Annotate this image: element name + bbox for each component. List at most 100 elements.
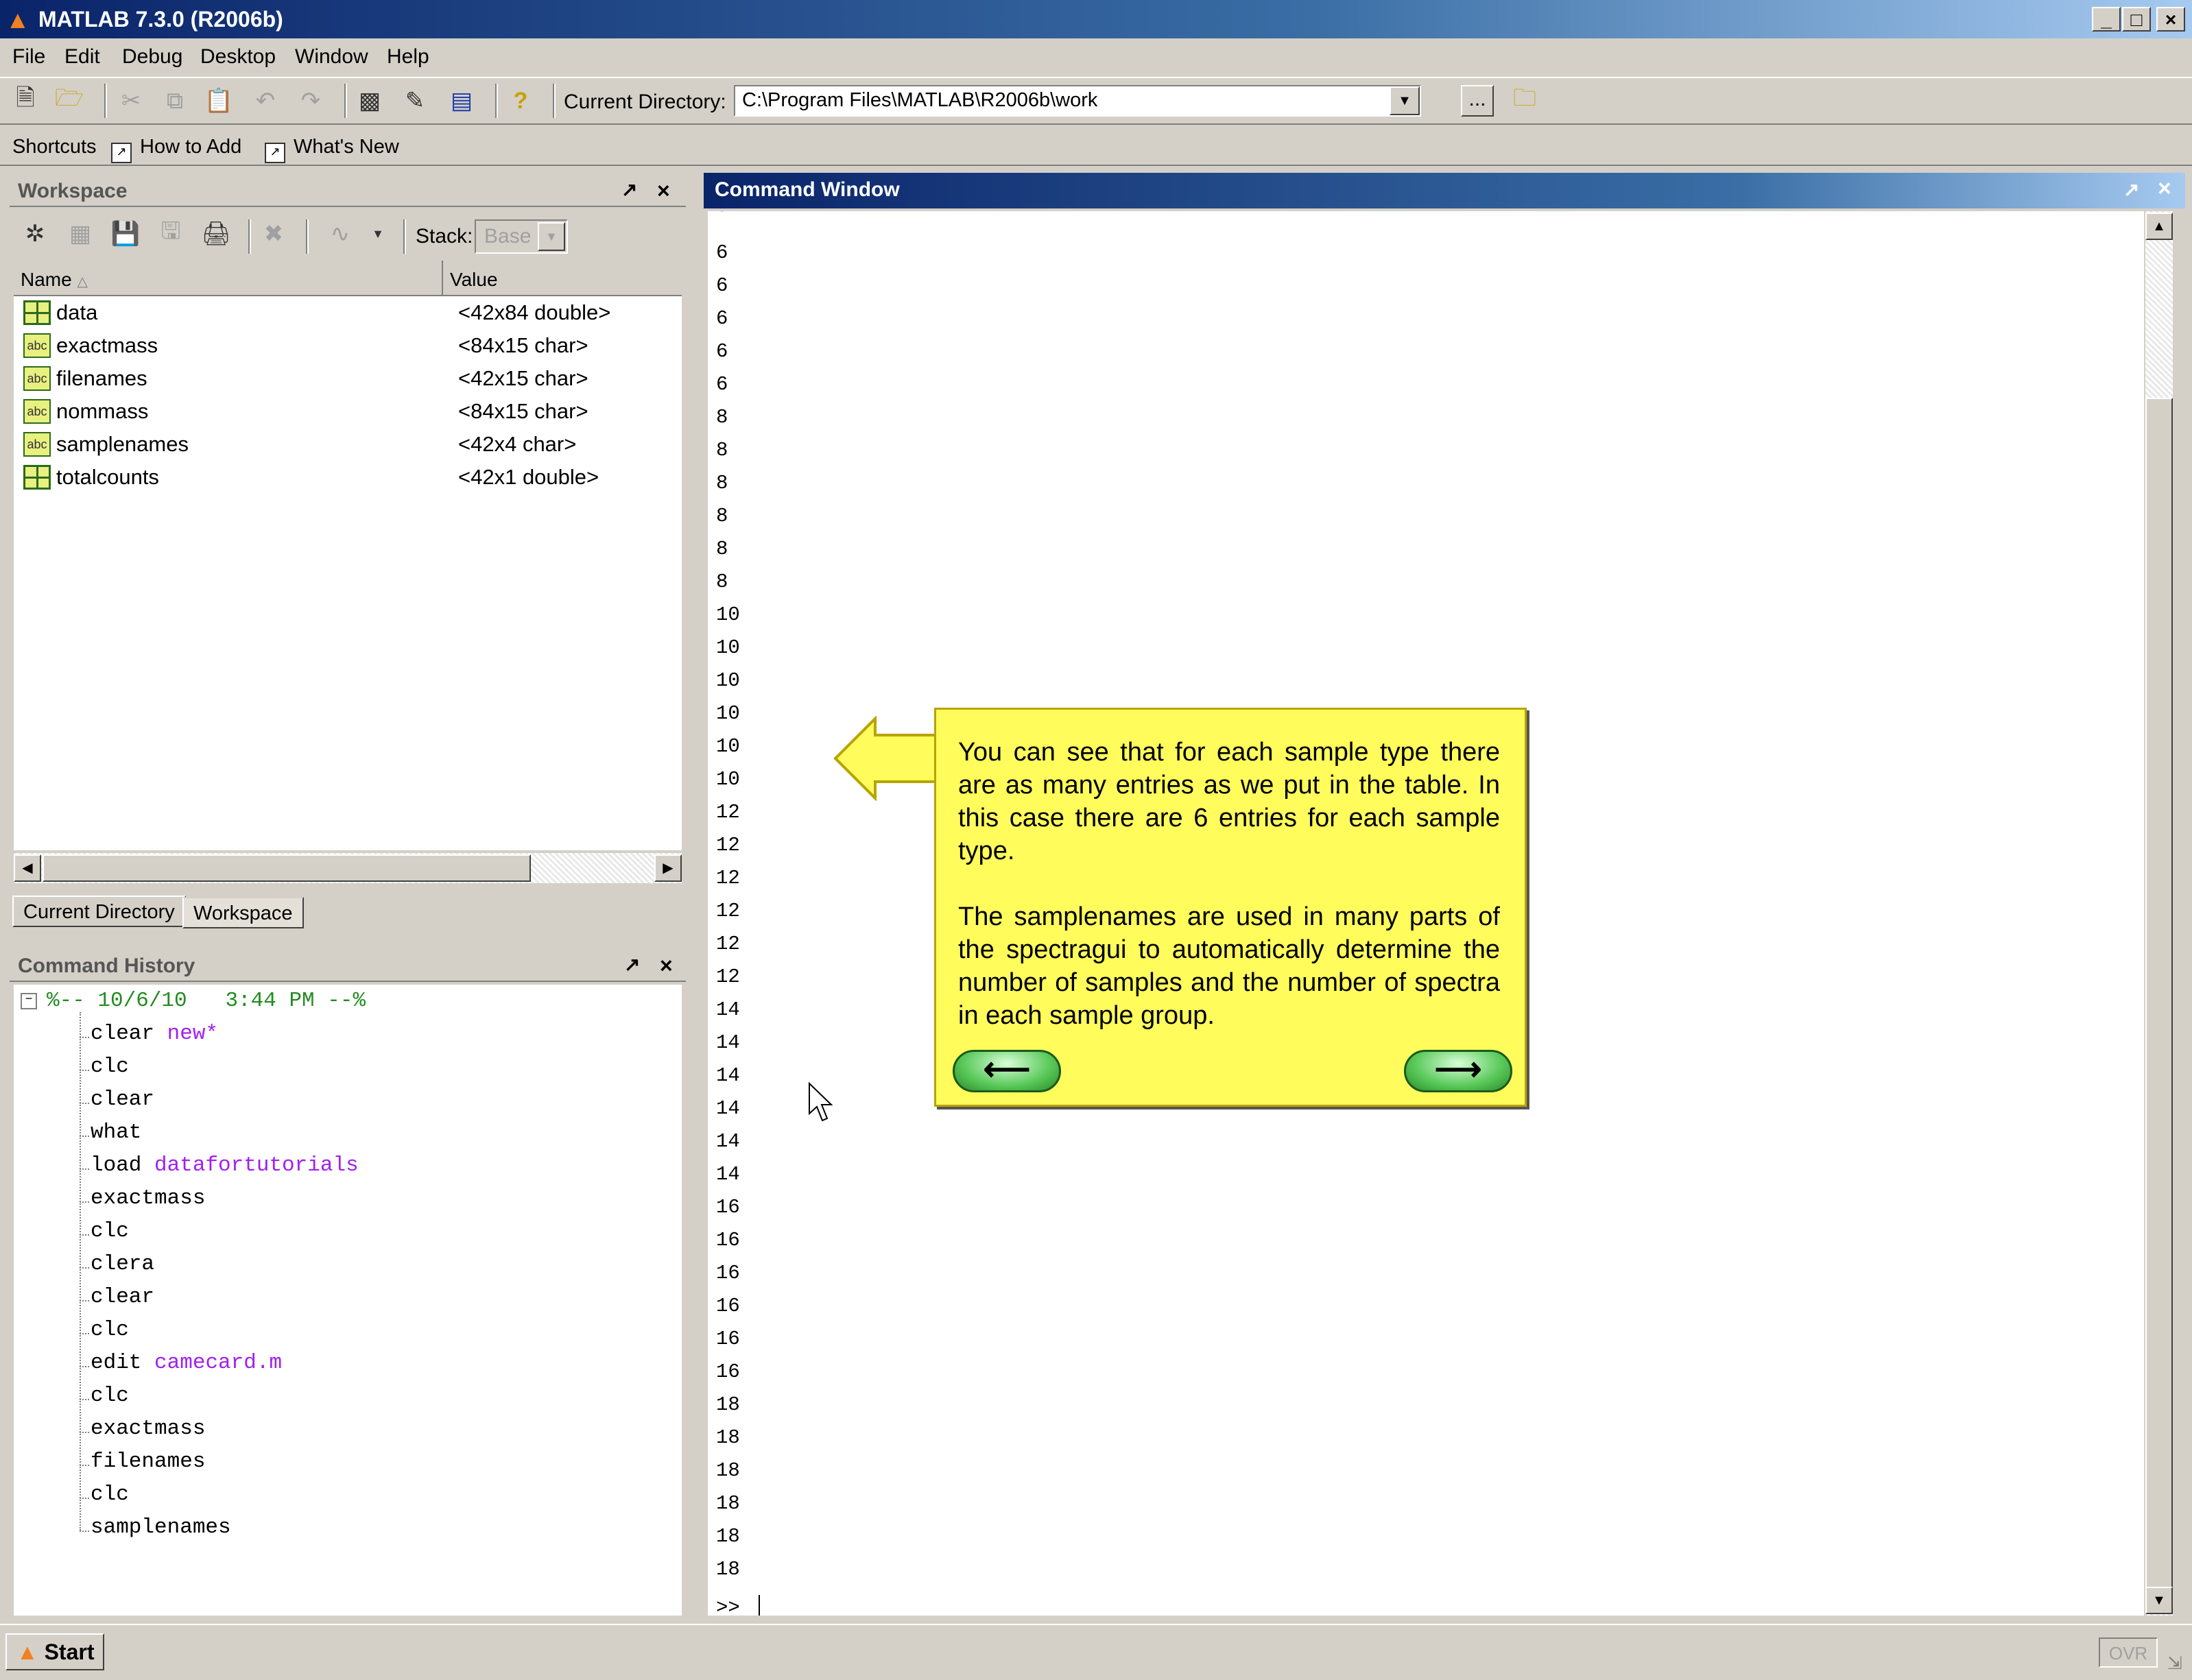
history-item[interactable]: samplenames: [80, 1515, 231, 1548]
workspace-row[interactable]: data <42x84 double>: [14, 296, 689, 329]
open-selection-icon[interactable]: ▦: [64, 218, 96, 250]
workspace-row[interactable]: abc samplenames <42x4 char>: [14, 428, 689, 461]
history-item[interactable]: clear new*: [80, 1022, 219, 1055]
scroll-thumb[interactable]: [2145, 398, 2173, 1588]
history-item[interactable]: clc: [80, 1384, 129, 1417]
history-item[interactable]: clc: [80, 1219, 129, 1252]
new-file-icon[interactable]: 🗎: [10, 85, 41, 117]
help-icon[interactable]: ?: [505, 85, 536, 117]
history-item[interactable]: clear: [80, 1285, 154, 1318]
history-item[interactable]: clc: [80, 1055, 129, 1088]
callout-paragraph-1: You can see that for each sample type th…: [958, 738, 1500, 865]
print-icon[interactable]: 🖨: [200, 218, 232, 250]
value-column-header[interactable]: Value: [450, 269, 498, 291]
directory-dropdown-icon[interactable]: ▼: [1390, 86, 1420, 115]
guide-icon[interactable]: ✎: [399, 85, 431, 117]
scroll-down-icon[interactable]: ▼: [2145, 1587, 2173, 1614]
output-line: 14: [716, 1130, 740, 1153]
simulink-icon[interactable]: ▩: [354, 85, 385, 117]
tab-workspace[interactable]: Workspace: [182, 897, 304, 928]
history-command: clc: [91, 1483, 129, 1507]
scroll-right-icon[interactable]: ▶: [654, 854, 682, 882]
command-window-vscroll[interactable]: ▲ ▼: [2145, 211, 2173, 1616]
command-window-header: Command Window ↗ ×: [704, 173, 2185, 208]
collapse-icon[interactable]: −: [21, 993, 37, 1009]
browse-button[interactable]: ...: [1461, 85, 1494, 117]
previous-button[interactable]: ⟵: [953, 1050, 1061, 1092]
output-line: 10: [716, 603, 740, 626]
history-item[interactable]: clera: [80, 1252, 154, 1285]
current-directory-field[interactable]: ▼: [734, 85, 1421, 117]
redo-icon[interactable]: ↷: [295, 85, 326, 117]
copy-icon[interactable]: ⧉: [159, 85, 191, 117]
variable-name: samplenames: [56, 432, 189, 456]
stack-dropdown-icon[interactable]: ▼: [538, 222, 565, 251]
text-cursor: [759, 1595, 761, 1616]
history-header: Command History ↗ ×: [10, 949, 686, 982]
workspace-row[interactable]: abc nommass <84x15 char>: [14, 395, 689, 428]
next-button[interactable]: ⟶: [1404, 1050, 1512, 1092]
undock-icon[interactable]: ↗: [2123, 178, 2139, 201]
mouse-cursor-icon: [809, 1082, 833, 1122]
scroll-up-icon[interactable]: ▲: [2145, 213, 2173, 240]
output-line: 10: [716, 702, 740, 725]
workspace-hscroll[interactable]: ◀ ▶: [14, 853, 682, 883]
history-item[interactable]: clear: [80, 1088, 154, 1120]
import-data-icon[interactable]: 💾: [110, 218, 141, 250]
name-column-header[interactable]: Name △: [21, 269, 88, 291]
minimize-button[interactable]: _: [2092, 7, 2121, 32]
output-line: 12: [716, 933, 740, 955]
paste-icon[interactable]: 📋: [203, 85, 235, 117]
history-item[interactable]: filenames: [80, 1450, 205, 1483]
menu-help[interactable]: Help: [387, 45, 429, 69]
history-title: Command History: [18, 955, 195, 977]
resize-grip-icon[interactable]: ⇲: [2167, 1653, 2182, 1674]
up-folder-icon[interactable]: 🗀: [1509, 85, 1540, 117]
new-variable-icon[interactable]: ✲: [19, 218, 51, 250]
whats-new-link[interactable]: ↗ What's New: [265, 136, 399, 163]
profiler-icon[interactable]: ▤: [446, 85, 477, 117]
history-item[interactable]: clc: [80, 1318, 129, 1351]
undock-icon[interactable]: ↗: [624, 953, 640, 976]
workspace-row[interactable]: totalcounts <42x1 double>: [14, 461, 689, 494]
command-window-close-icon[interactable]: ×: [2158, 176, 2171, 202]
history-item[interactable]: exactmass: [80, 1186, 205, 1219]
workspace-row[interactable]: abc filenames <42x15 char>: [14, 362, 689, 395]
menu-file[interactable]: File: [12, 45, 45, 69]
history-item[interactable]: clc: [80, 1483, 129, 1515]
save-workspace-icon[interactable]: 🖫: [155, 218, 187, 250]
char-array-icon: abc: [23, 399, 51, 424]
history-item[interactable]: exactmass: [80, 1417, 205, 1450]
scroll-left-icon[interactable]: ◀: [14, 854, 41, 882]
history-item[interactable]: edit camecard.m: [80, 1351, 282, 1384]
menu-debug[interactable]: Debug: [122, 45, 182, 69]
undo-icon[interactable]: ↶: [250, 85, 281, 117]
history-item[interactable]: load datafortutorials: [80, 1153, 359, 1186]
history-item[interactable]: what: [80, 1120, 141, 1153]
cut-icon[interactable]: ✂: [115, 85, 147, 117]
main-toolbar: 🗎 🗁 ✂ ⧉ 📋 ↶ ↷ ▩ ✎ ▤ ? Current Directory:…: [0, 77, 2192, 125]
prompt-symbol: >>: [716, 1596, 740, 1616]
command-prompt[interactable]: >>: [716, 1595, 761, 1616]
open-icon[interactable]: 🗁: [53, 85, 85, 117]
scroll-thumb[interactable]: [43, 854, 531, 882]
history-close-icon[interactable]: ×: [660, 953, 673, 979]
start-button[interactable]: ▲ Start: [5, 1633, 104, 1670]
plot-selection-icon[interactable]: ∿: [320, 218, 361, 250]
maximize-button[interactable]: □: [2122, 7, 2151, 32]
menu-edit[interactable]: Edit: [64, 45, 100, 69]
stack-select[interactable]: Base ▼: [475, 219, 568, 254]
undock-icon[interactable]: ↗: [621, 178, 637, 201]
workspace-close-icon[interactable]: ×: [657, 178, 670, 204]
menu-desktop[interactable]: Desktop: [200, 45, 276, 69]
tab-current-directory[interactable]: Current Directory: [12, 896, 186, 927]
close-button[interactable]: ×: [2156, 7, 2185, 32]
plot-dropdown-icon[interactable]: ▼: [368, 218, 388, 250]
callout-text: You can see that for each sample type th…: [958, 736, 1500, 1065]
history-argument: new*: [167, 1022, 219, 1046]
current-directory-input[interactable]: [735, 86, 1380, 114]
menu-window[interactable]: Window: [295, 45, 368, 69]
how-to-add-link[interactable]: ↗ How to Add: [111, 136, 241, 163]
workspace-row[interactable]: abc exactmass <84x15 char>: [14, 329, 689, 362]
delete-icon[interactable]: ✖: [258, 218, 289, 250]
